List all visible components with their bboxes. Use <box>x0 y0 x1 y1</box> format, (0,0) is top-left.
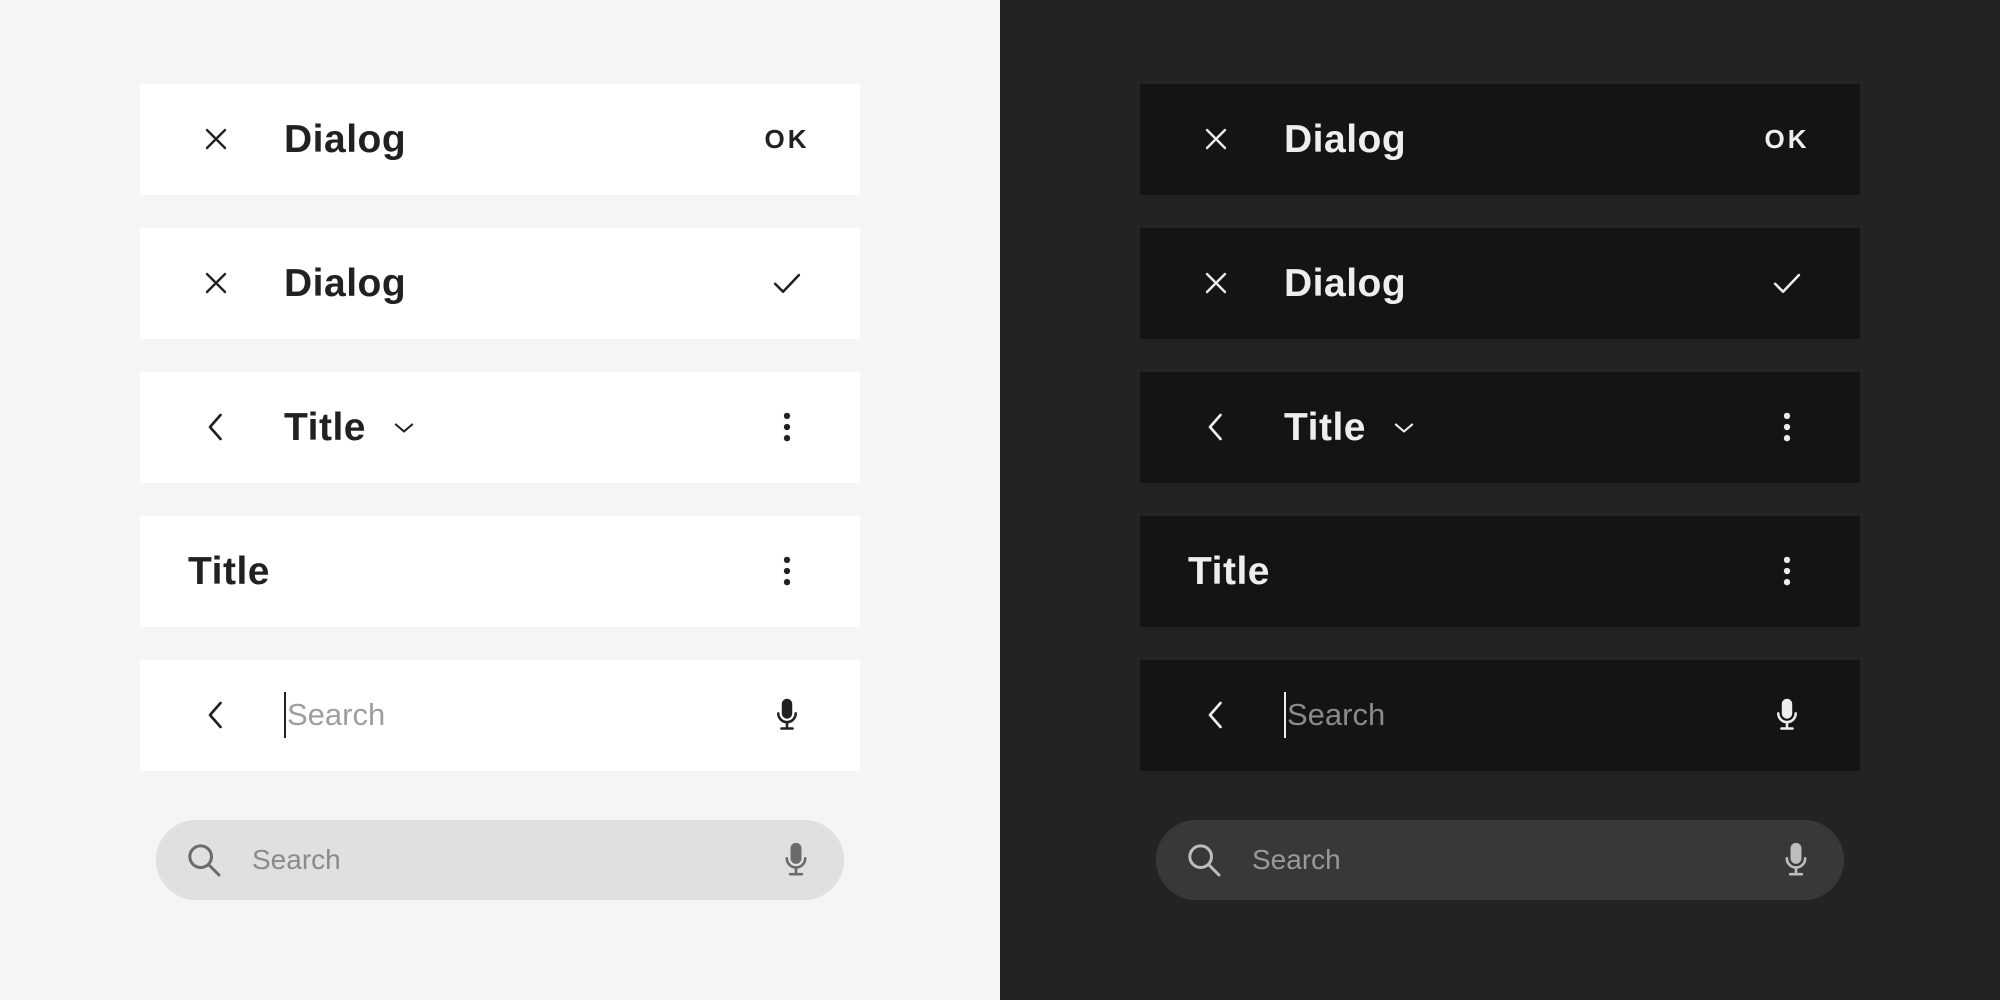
more-vert-icon[interactable] <box>1754 538 1820 604</box>
dark-theme-panel: Dialog OK Dialog Title Title Search Sear… <box>1000 0 2000 1000</box>
more-vert-icon[interactable] <box>1754 394 1820 460</box>
search-icon <box>1184 840 1224 880</box>
page-title: Title <box>1188 550 1270 593</box>
dialog-bar-ok: Dialog OK <box>1140 84 1860 195</box>
search-input[interactable] <box>252 838 712 882</box>
title-dropdown-bar: Title <box>140 372 860 483</box>
more-vert-icon[interactable] <box>754 538 820 604</box>
chevron-down-icon <box>1390 414 1418 442</box>
page-title: Title <box>188 550 270 593</box>
search-pill <box>1156 820 1844 900</box>
mic-icon[interactable] <box>1754 682 1820 748</box>
search-field <box>1284 690 1724 740</box>
close-icon[interactable] <box>188 255 244 311</box>
close-icon[interactable] <box>1188 255 1244 311</box>
chevron-left-icon[interactable] <box>1188 687 1244 743</box>
search-icon <box>184 840 224 880</box>
dialog-title: Dialog <box>1284 118 1407 161</box>
dialog-bar-check: Dialog <box>140 228 860 339</box>
ok-button[interactable]: OK <box>754 106 820 172</box>
title-dropdown-bar: Title <box>1140 372 1860 483</box>
dialog-bar-ok: Dialog OK <box>140 84 860 195</box>
title-dropdown[interactable]: Title <box>284 372 418 483</box>
search-input[interactable] <box>1287 697 1707 733</box>
title-dropdown[interactable]: Title <box>1284 372 1418 483</box>
text-cursor <box>1284 692 1286 738</box>
chevron-down-icon <box>390 414 418 442</box>
chevron-left-icon[interactable] <box>188 687 244 743</box>
mic-icon[interactable] <box>754 682 820 748</box>
search-bar <box>1140 660 1860 771</box>
mic-icon[interactable] <box>774 838 818 882</box>
dialog-title: Dialog <box>1284 262 1407 305</box>
close-icon[interactable] <box>188 111 244 167</box>
chevron-left-icon[interactable] <box>188 399 244 455</box>
page-title: Title <box>284 405 366 449</box>
mic-icon[interactable] <box>1774 838 1818 882</box>
text-cursor <box>284 692 286 738</box>
check-icon[interactable] <box>1754 250 1820 316</box>
dialog-bar-check: Dialog <box>1140 228 1860 339</box>
more-vert-icon[interactable] <box>754 394 820 460</box>
search-bar <box>140 660 860 771</box>
title-bar: Title <box>140 516 860 627</box>
light-theme-panel: Dialog OK Dialog Title Title Search Sear… <box>0 0 1000 1000</box>
search-pill <box>156 820 844 900</box>
search-input[interactable] <box>1252 838 1712 882</box>
app-bar-showcase: Dialog OK Dialog Title Title Search Sear… <box>0 0 2000 1000</box>
search-field <box>284 690 724 740</box>
page-title: Title <box>1284 405 1366 449</box>
close-icon[interactable] <box>1188 111 1244 167</box>
search-input[interactable] <box>287 697 707 733</box>
chevron-left-icon[interactable] <box>1188 399 1244 455</box>
check-icon[interactable] <box>754 250 820 316</box>
dialog-title: Dialog <box>284 262 407 305</box>
ok-button[interactable]: OK <box>1754 106 1820 172</box>
title-bar: Title <box>1140 516 1860 627</box>
dialog-title: Dialog <box>284 118 407 161</box>
